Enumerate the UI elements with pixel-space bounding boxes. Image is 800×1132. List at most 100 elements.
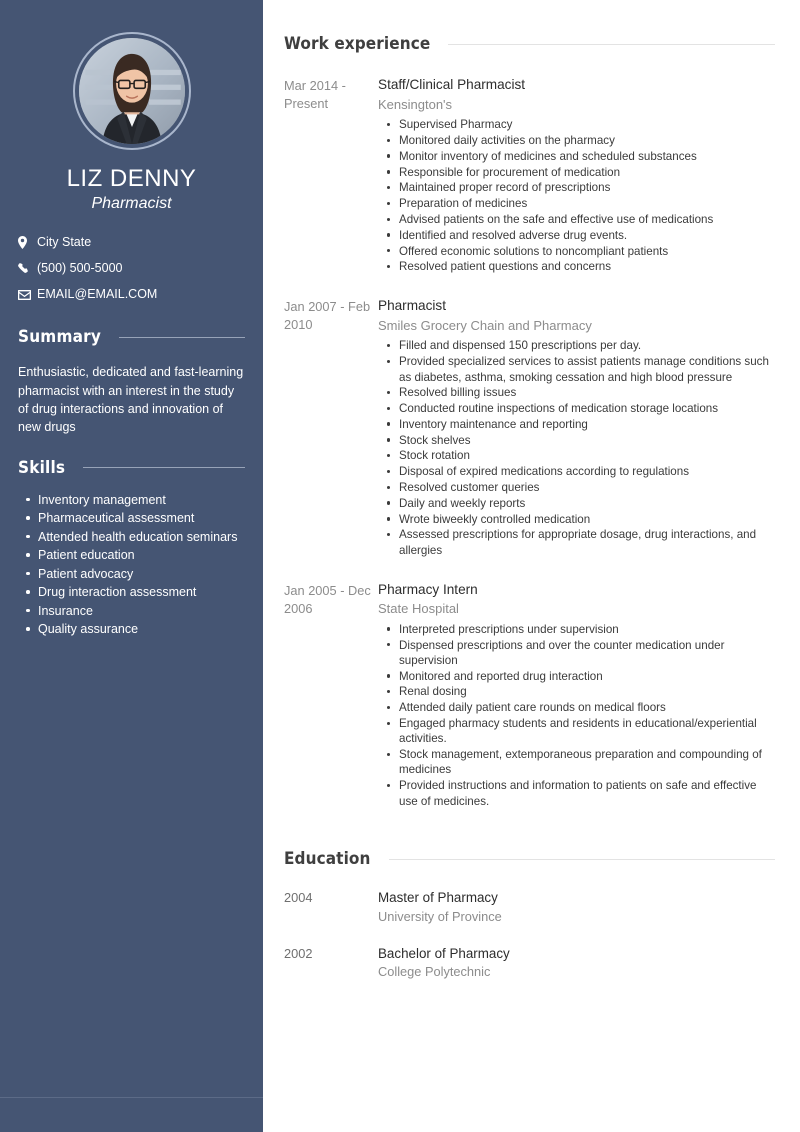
contact-phone-text: (500) 500-5000 (37, 261, 123, 276)
skill-item: Pharmaceutical assessment (26, 510, 245, 526)
work-entry: Jan 2005 - Dec 2006 Pharmacy Intern State … (284, 581, 775, 810)
work-entry-duty: Wrote biweekly controlled medication (387, 512, 775, 527)
contact-list: City State (500) 500-5000 EMAIL@EMAIL.CO… (0, 235, 263, 302)
work-entry-organization: State Hospital (378, 601, 459, 617)
work-entry-duty: Conducted routine inspections of medicat… (387, 401, 775, 416)
work-entry-duty: Stock shelves (387, 433, 775, 448)
work-entry-duty-list: Filled and dispensed 150 prescriptions p… (378, 338, 775, 558)
work-entry-duty: Daily and weekly reports (387, 496, 775, 511)
skills-heading-text: Skills (18, 457, 66, 478)
work-experience-heading-rule (448, 43, 775, 45)
work-entry-duty: Provided instructions and information to… (387, 778, 775, 809)
work-entry-role: Pharmacy Intern (378, 581, 478, 597)
skill-item: Patient education (26, 547, 245, 563)
work-entry-duty: Stock rotation (387, 448, 775, 463)
skill-item: Attended health education seminars (26, 529, 245, 545)
contact-item-phone[interactable]: (500) 500-5000 (18, 261, 263, 276)
work-entry-duty-list: Supervised Pharmacy Monitored daily activ… (378, 117, 775, 274)
phone-icon (18, 263, 33, 275)
work-entry: Mar 2014 - Present Staff/Clinical Pharmac… (284, 76, 775, 275)
full-name: LIZ DENNY (66, 165, 197, 192)
work-entry-duty-list: Interpreted prescriptions under supervis… (378, 622, 775, 809)
contact-location-text: City State (37, 235, 92, 250)
summary-heading-text: Summary (18, 327, 102, 348)
skill-item: Drug interaction assessment (26, 584, 245, 600)
work-entry-duty: Inventory maintenance and reporting (387, 417, 775, 432)
summary-heading: Summary (18, 313, 245, 347)
skills-list: Inventory management Pharmaceutical asses… (18, 492, 245, 638)
skills-heading: Skills (18, 436, 245, 478)
education-entry-degree: Bachelor of Pharmacy (378, 946, 510, 962)
work-entry-body: Pharmacy Intern State Hospital Interpreted… (378, 581, 775, 810)
summary-text: Enthusiastic, dedicated and fast-learnin… (18, 365, 244, 434)
work-entry-duty: Monitored and reported drug interaction (387, 669, 775, 684)
sidebar: LIZ DENNY Pharmacist City State (500) 50… (0, 0, 263, 1132)
work-entry-duty: Advised patients on the safe and effecti… (387, 212, 775, 227)
work-entry-duty: Provided specialized services to assist … (387, 354, 775, 385)
work-entry-duty: Attended daily patient care rounds on me… (387, 700, 775, 715)
education-list: 2004 Master of Pharmacy University of Prov… (284, 889, 775, 980)
work-entry-duty: Offered economic solutions to noncomplia… (387, 244, 775, 259)
work-entry-duty: Disposal of expired medications accordin… (387, 464, 775, 479)
work-entry-duty: Stock management, extemporaneous prepara… (387, 747, 775, 778)
resume-page: LIZ DENNY Pharmacist City State (500) 50… (0, 0, 800, 1132)
avatar (72, 32, 191, 150)
education-entry-body: Master of Pharmacy University of Province (378, 889, 502, 925)
work-entry-duty: Renal dosing (387, 684, 775, 699)
summary-heading-rule (119, 336, 245, 338)
education-entry-school: University of Province (378, 908, 502, 924)
work-entry-role: Pharmacist (378, 298, 446, 314)
contact-item-location: City State (18, 235, 263, 250)
skill-item: Quality assurance (26, 621, 245, 637)
skill-item: Patient advocacy (26, 566, 245, 582)
work-entry-duty: Monitored daily activities on the pharma… (387, 133, 775, 148)
work-entry-duty: Responsible for procurement of medicatio… (387, 165, 775, 180)
education-heading-text: Education (284, 849, 371, 870)
work-entry: Jan 2007 - Feb 2010 Pharmacist Smiles Groc… (284, 297, 775, 558)
portrait-photo (78, 38, 185, 144)
contact-item-email[interactable]: EMAIL@EMAIL.COM (18, 287, 263, 302)
education-entry-degree: Master of Pharmacy (378, 890, 498, 906)
work-entry-duty: Engaged pharmacy students and residents … (387, 716, 775, 747)
work-entry-organization: Kensington's (378, 96, 453, 112)
education-heading: Education (284, 849, 775, 869)
work-entry-organization: Smiles Grocery Chain and Pharmacy (378, 317, 592, 333)
work-entry-dates: Jan 2007 - Feb 2010 (284, 299, 371, 333)
education-entry-body: Bachelor of Pharmacy College Polytechnic (378, 945, 510, 981)
work-experience-heading-text: Work experience (284, 34, 431, 54)
work-entry-duty: Monitor inventory of medicines and sched… (387, 149, 775, 164)
skill-item: Insurance (26, 603, 245, 619)
work-entry-duty: Preparation of medicines (387, 196, 775, 211)
work-entry-duty: Identified and resolved adverse drug eve… (387, 228, 775, 243)
contact-email-text: EMAIL@EMAIL.COM (37, 287, 158, 302)
work-entry-body: Staff/Clinical Pharmacist Kensington's Sup… (378, 76, 775, 275)
sidebar-bottom-divider (0, 1097, 263, 1098)
work-entry-duty: Resolved patient questions and concerns (387, 259, 775, 274)
location-pin-icon (18, 236, 33, 250)
work-entry-duty: Filled and dispensed 150 prescriptions p… (387, 338, 775, 353)
work-entry-duty: Resolved customer queries (387, 480, 775, 495)
work-entry-body: Pharmacist Smiles Grocery Chain and Pharm… (378, 297, 775, 558)
portrait-illustration (78, 38, 185, 144)
work-entry-role: Staff/Clinical Pharmacist (378, 77, 526, 92)
education-entry-year: 2004 (284, 890, 313, 906)
skills-heading-rule (83, 467, 245, 469)
envelope-icon (18, 289, 33, 300)
work-entry-dates: Jan 2005 - Dec 2006 (284, 582, 371, 616)
work-entry-duty: Interpreted prescriptions under supervis… (387, 622, 775, 637)
work-entry-duty: Resolved billing issues (387, 385, 775, 400)
work-entry-duty: Dispensed prescriptions and over the cou… (387, 638, 775, 669)
main-content: Work experience Mar 2014 - Present Staff/… (263, 0, 800, 1132)
education-entry-year: 2002 (284, 946, 313, 962)
education-entry-school: College Polytechnic (378, 964, 491, 980)
education-entry: 2004 Master of Pharmacy University of Prov… (284, 889, 775, 925)
work-experience-list: Mar 2014 - Present Staff/Clinical Pharmac… (284, 76, 775, 809)
job-title: Pharmacist (91, 195, 172, 213)
education-heading-rule (388, 858, 775, 860)
education-entry: 2002 Bachelor of Pharmacy College Polytech… (284, 945, 775, 981)
work-entry-dates: Mar 2014 - Present (284, 78, 346, 112)
work-experience-heading: Work experience (284, 34, 775, 54)
work-entry-duty: Maintained proper record of prescription… (387, 180, 775, 195)
work-entry-duty: Supervised Pharmacy (387, 117, 775, 132)
work-entry-duty: Assessed prescriptions for appropriate d… (387, 527, 775, 558)
